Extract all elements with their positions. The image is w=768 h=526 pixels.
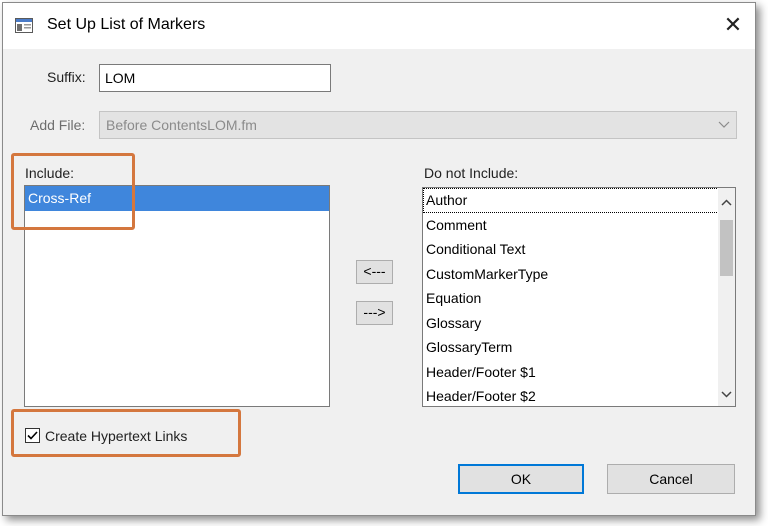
vertical-scrollbar[interactable] bbox=[718, 188, 735, 406]
exclude-list-item[interactable]: Glossary bbox=[423, 311, 735, 336]
suffix-input[interactable] bbox=[99, 64, 331, 92]
exclude-list-item[interactable]: Header/Footer $2 bbox=[423, 384, 735, 406]
set-up-markers-dialog: Set Up List of Markers ✕ Suffix: Add Fil… bbox=[2, 2, 756, 516]
close-icon: ✕ bbox=[723, 12, 743, 37]
ok-button[interactable]: OK bbox=[458, 464, 584, 494]
add-file-label: Add File: bbox=[30, 117, 86, 133]
scrollbar-thumb[interactable] bbox=[720, 220, 733, 276]
exclude-list-item[interactable]: Comment bbox=[423, 213, 735, 238]
exclude-list-item[interactable]: Conditional Text bbox=[423, 237, 735, 262]
exclude-list-item[interactable]: Equation bbox=[423, 286, 735, 311]
move-to-exclude-button[interactable]: ---> bbox=[356, 301, 393, 325]
hypertext-highlight-box bbox=[11, 409, 241, 457]
exclude-list-item[interactable]: GlossaryTerm bbox=[423, 335, 735, 360]
add-file-combobox[interactable]: Before ContentsLOM.fm bbox=[99, 111, 737, 139]
move-to-include-button[interactable]: <--- bbox=[356, 260, 393, 284]
exclude-list-item[interactable]: CustomMarkerType bbox=[423, 262, 735, 287]
exclude-list-item[interactable]: Header/Footer $1 bbox=[423, 360, 735, 385]
title-bar: Set Up List of Markers ✕ bbox=[3, 3, 755, 49]
include-highlight-box bbox=[11, 153, 135, 230]
add-file-value: Before ContentsLOM.fm bbox=[106, 117, 257, 133]
chevron-up-icon[interactable] bbox=[720, 197, 733, 210]
chevron-down-icon[interactable] bbox=[720, 387, 733, 400]
cancel-button[interactable]: Cancel bbox=[607, 464, 735, 494]
do-not-include-label: Do not Include: bbox=[424, 165, 519, 181]
suffix-label: Suffix: bbox=[47, 69, 86, 85]
close-button[interactable]: ✕ bbox=[719, 11, 747, 39]
window-app-icon bbox=[15, 18, 33, 33]
do-not-include-listbox[interactable]: Author Comment Conditional Text CustomMa… bbox=[422, 187, 736, 407]
chevron-down-icon bbox=[718, 121, 730, 128]
exclude-list-item[interactable]: Author bbox=[423, 188, 735, 213]
dialog-title: Set Up List of Markers bbox=[47, 16, 206, 33]
